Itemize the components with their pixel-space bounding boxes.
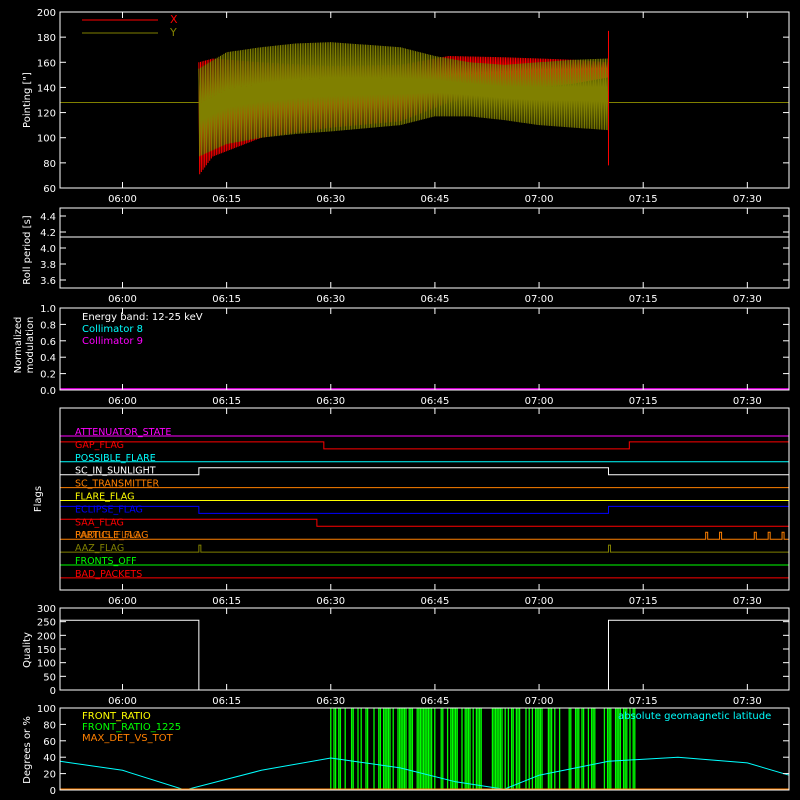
x-tick-label: 06:30 (316, 696, 345, 707)
y-tick-label: 4.4 (40, 212, 56, 223)
geomagnetic-latitude-label: absolute geomagnetic latitude (618, 711, 771, 722)
y-tick-label: 100 (37, 134, 56, 145)
y-tick-label: 180 (37, 33, 56, 44)
y-tick-label: 80 (43, 720, 56, 731)
x-tick-label: 07:30 (733, 396, 762, 407)
x-tick-label: 06:15 (212, 294, 241, 305)
y-tick-label: 120 (37, 109, 56, 120)
pointing-ylabel: Pointing ["] (22, 72, 33, 128)
y-tick-label: 0 (50, 686, 56, 697)
collimator-8-label: Collimator 8 (82, 324, 143, 335)
y-tick-label: 140 (37, 83, 56, 94)
energy-band-label: Energy band: 12-25 keV (82, 312, 203, 323)
y-tick-label: 150 (37, 645, 56, 656)
y-tick-label: 200 (37, 8, 56, 19)
y-tick-label: 60 (43, 184, 56, 195)
degrees-ylabel: Degrees or % (22, 716, 33, 784)
y-tick-label: 100 (37, 659, 56, 670)
x-tick-label: 07:00 (525, 194, 554, 205)
x-tick-label: 06:30 (316, 294, 345, 305)
x-tick-label: 07:00 (525, 696, 554, 707)
x-tick-label: 07:15 (629, 396, 658, 407)
x-tick-label: 07:30 (733, 194, 762, 205)
x-tick-label: 07:15 (629, 294, 658, 305)
y-tick-label: 160 (37, 58, 56, 69)
x-tick-label: 07:00 (525, 294, 554, 305)
y-tick-label: 0.0 (40, 386, 56, 397)
y-tick-label: 0.4 (40, 353, 56, 364)
y-tick-label: 200 (37, 631, 56, 642)
legend-x-label: X (170, 13, 178, 26)
figure: 6080100120140160180200 06:00 06:15 06:30 06… (0, 0, 800, 800)
front-ratio-1225-label: FRONT_RATIO_1225 (82, 722, 181, 733)
y-tick-label: 40 (43, 753, 56, 764)
x-tick-label: 06:45 (421, 194, 450, 205)
y-tick-label: 20 (43, 770, 56, 781)
x-tick-label: 07:30 (733, 596, 762, 607)
y-tick-label: 0.6 (40, 337, 56, 348)
modulation-ylabel-line1: Normalized (13, 317, 24, 374)
x-tick-label: 06:00 (108, 294, 137, 305)
y-tick-label: 1.0 (40, 304, 56, 315)
collimator-9-label: Collimator 9 (82, 336, 143, 347)
y-tick-label: 4.0 (40, 244, 56, 255)
y-tick-label: 50 (43, 672, 56, 683)
y-tick-label: 80 (43, 159, 56, 170)
y-tick-label: 60 (43, 737, 56, 748)
x-tick-label: 07:00 (525, 596, 554, 607)
y-tick-label: 4.2 (40, 228, 56, 239)
x-tick-label: 06:30 (316, 396, 345, 407)
x-tick-label: 06:45 (421, 396, 450, 407)
x-tick-label: 07:15 (629, 596, 658, 607)
flags-ylabel: Flags (33, 486, 44, 512)
x-tick-label: 06:00 (108, 194, 137, 205)
x-tick-label: 07:30 (733, 696, 762, 707)
y-tick-label: 100 (37, 704, 56, 715)
x-tick-label: 06:15 (212, 696, 241, 707)
y-tick-label: 0 (50, 786, 56, 797)
y-tick-label: 250 (37, 618, 56, 629)
x-tick-label: 07:15 (629, 194, 658, 205)
x-tick-label: 06:45 (421, 294, 450, 305)
y-tick-label: 300 (37, 604, 56, 615)
y-tick-label: 3.6 (40, 276, 56, 287)
y-tick-label: 3.8 (40, 260, 56, 271)
x-tick-label: 06:45 (421, 596, 450, 607)
x-tick-label: 06:00 (108, 396, 137, 407)
legend-y-label: Y (169, 26, 177, 39)
x-tick-label: 06:00 (108, 696, 137, 707)
y-tick-label: 0.8 (40, 320, 56, 331)
quality-ylabel: Quality (22, 632, 33, 668)
x-tick-label: 06:15 (212, 596, 241, 607)
x-tick-label: 07:00 (525, 396, 554, 407)
x-tick-label: 06:30 (316, 194, 345, 205)
x-tick-label: 06:45 (421, 696, 450, 707)
x-tick-label: 06:15 (212, 194, 241, 205)
x-tick-label: 07:30 (733, 294, 762, 305)
x-tick-label: 06:00 (108, 596, 137, 607)
x-tick-label: 07:15 (629, 696, 658, 707)
front-ratio-label: FRONT_RATIO (82, 711, 151, 722)
modulation-ylabel-line2: modulation (25, 317, 36, 374)
x-tick-label: 06:15 (212, 396, 241, 407)
x-tick-label: 06:30 (316, 596, 345, 607)
max-det-vs-tot-label: MAX_DET_VS_TOT (82, 733, 174, 744)
y-tick-label: 0.2 (40, 370, 56, 381)
roll-ylabel: Roll period [s] (22, 215, 33, 284)
